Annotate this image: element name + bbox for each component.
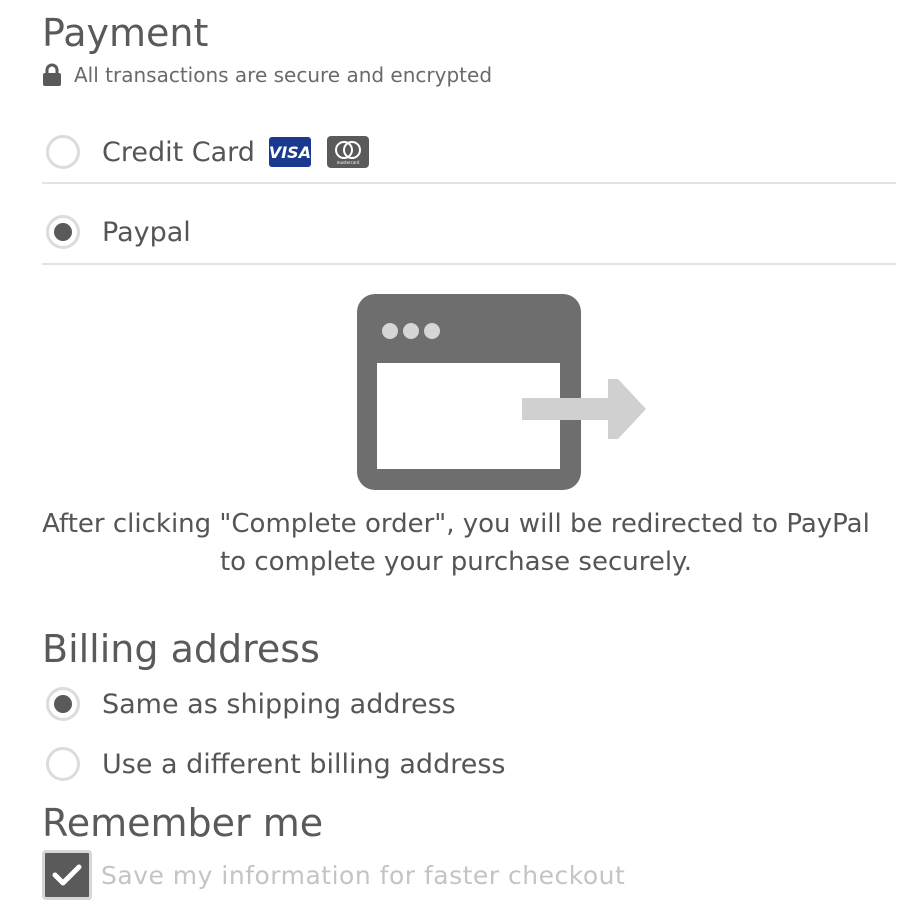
- mastercard-icon: mastercard: [326, 136, 369, 168]
- payment-title: Payment: [42, 11, 209, 55]
- secure-note: All transactions are secure and encrypte…: [42, 63, 492, 87]
- remember-me-title: Remember me: [42, 801, 324, 845]
- mastercard-text: mastercard: [337, 160, 360, 165]
- paypal-label: Paypal: [102, 216, 191, 248]
- same-as-shipping-radio[interactable]: [46, 687, 80, 721]
- browser-redirect-icon: [357, 294, 646, 490]
- billing-title: Billing address: [42, 627, 320, 671]
- remember-me-checkbox[interactable]: [42, 850, 92, 900]
- divider: [42, 263, 896, 265]
- remember-me-option[interactable]: Save my information for faster checkout: [42, 850, 625, 900]
- same-as-shipping-label: Same as shipping address: [102, 688, 456, 720]
- different-address-radio[interactable]: [46, 747, 80, 781]
- credit-card-radio[interactable]: [46, 135, 80, 169]
- remember-me-label: Save my information for faster checkout: [101, 860, 626, 890]
- lock-icon: [43, 63, 61, 86]
- credit-card-label: Credit Card: [102, 136, 255, 168]
- redirect-message-line2: to complete your purchase securely.: [219, 547, 692, 577]
- billing-option-same-as-shipping[interactable]: Same as shipping address: [46, 687, 456, 721]
- redirect-message: After clicking "Complete order", you wil…: [0, 505, 912, 581]
- divider: [42, 182, 896, 184]
- billing-option-different-address[interactable]: Use a different billing address: [46, 747, 505, 781]
- different-address-label: Use a different billing address: [102, 748, 506, 780]
- redirect-message-line1: After clicking "Complete order", you wil…: [42, 509, 870, 539]
- checkmark-icon: [52, 864, 82, 886]
- checkout-payment-page: Payment All transactions are secure and …: [0, 0, 912, 913]
- secure-note-text: All transactions are secure and encrypte…: [74, 63, 493, 87]
- paypal-radio[interactable]: [46, 215, 80, 249]
- visa-icon: VISA: [269, 137, 311, 167]
- payment-option-paypal[interactable]: Paypal: [46, 215, 191, 249]
- payment-option-credit-card[interactable]: Credit Card VISA mastercard: [46, 135, 369, 169]
